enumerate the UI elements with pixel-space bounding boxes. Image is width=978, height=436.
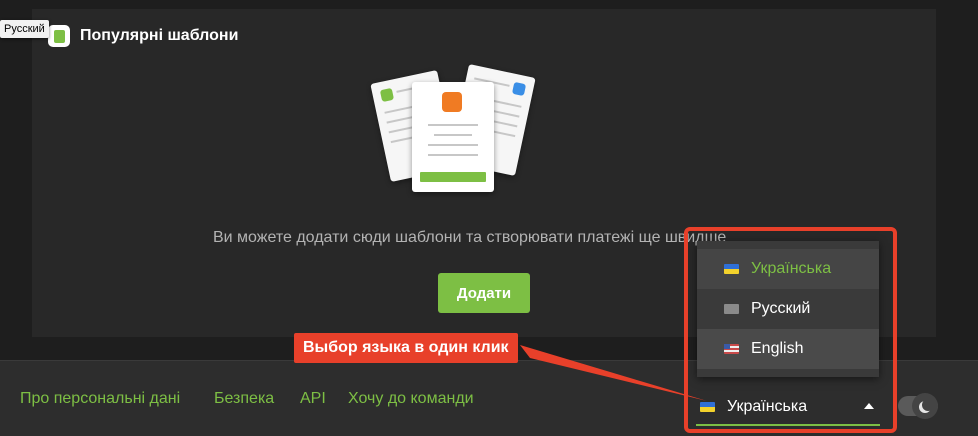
blue-badge-icon bbox=[511, 81, 527, 97]
orange-badge-icon bbox=[442, 92, 462, 112]
moon-icon bbox=[922, 399, 934, 411]
footer-link-api[interactable]: API bbox=[300, 390, 326, 408]
language-tooltip: Русский bbox=[0, 20, 49, 38]
templates-header: Популярні шаблони bbox=[48, 25, 238, 47]
templates-illustration bbox=[370, 56, 540, 196]
callout-label: Выбор языка в один клик bbox=[294, 333, 518, 363]
templates-icon bbox=[48, 25, 70, 47]
theme-toggle[interactable] bbox=[898, 393, 938, 419]
document-center-illustration bbox=[412, 82, 494, 192]
templates-title: Популярні шаблони bbox=[80, 27, 239, 44]
green-badge-icon bbox=[379, 87, 395, 103]
document-green-bar bbox=[420, 172, 486, 182]
add-template-button[interactable]: Додати bbox=[438, 273, 530, 313]
footer-link-careers[interactable]: Хочу до команди bbox=[348, 390, 474, 408]
footer-link-personal-data[interactable]: Про персональні дані bbox=[20, 390, 180, 408]
theme-toggle-knob bbox=[912, 393, 938, 419]
highlight-frame bbox=[684, 227, 897, 433]
footer-link-security[interactable]: Безпека bbox=[214, 390, 274, 408]
templates-empty-text: Ви можете додати сюди шаблони та створюв… bbox=[213, 229, 727, 246]
